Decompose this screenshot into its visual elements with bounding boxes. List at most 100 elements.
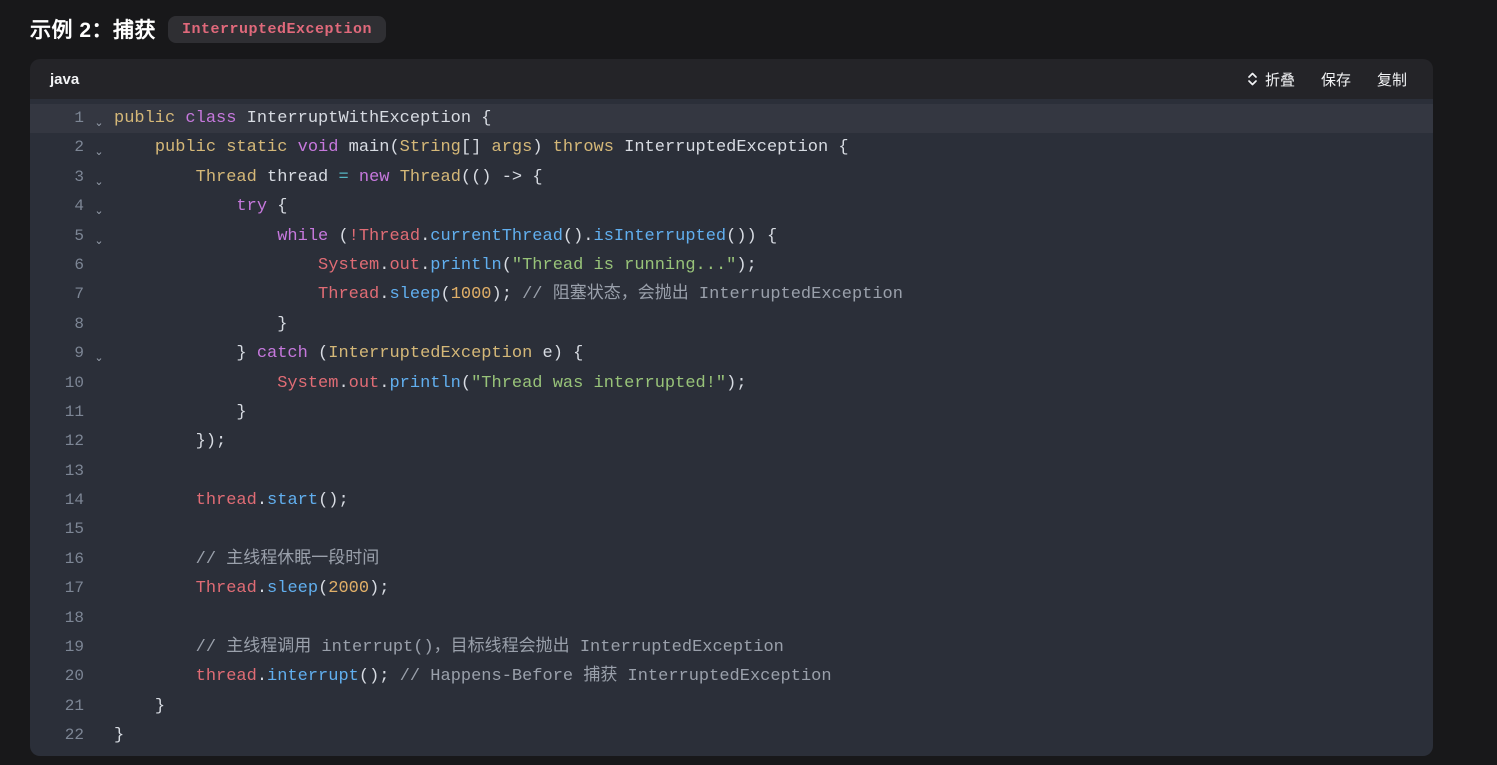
code-text: Thread.sleep(1000); // 阻塞状态，会抛出 Interrup… — [114, 280, 903, 309]
line-number: 10 — [30, 369, 84, 398]
line-gutter: 2⌄ — [30, 133, 114, 162]
code-line: 20 thread.interrupt(); // Happens-Before… — [30, 662, 1433, 691]
code-line: 15 — [30, 515, 1433, 544]
code-text: } catch (InterruptedException e) { — [114, 339, 583, 368]
code-text: }); — [114, 427, 226, 456]
line-gutter: 22 — [30, 721, 114, 750]
code-text: thread.interrupt(); // Happens-Before 捕获… — [114, 662, 832, 691]
copy-button[interactable]: 复制 — [1377, 69, 1407, 90]
code-text: } — [114, 721, 124, 750]
line-number: 22 — [30, 721, 84, 750]
line-gutter: 9⌄ — [30, 339, 114, 368]
line-number: 17 — [30, 574, 84, 603]
code-line: 6 System.out.println("Thread is running.… — [30, 251, 1433, 280]
line-gutter: 1⌄ — [30, 104, 114, 133]
line-number: 11 — [30, 398, 84, 427]
line-gutter: 4⌄ — [30, 192, 114, 221]
code-line: 8 } — [30, 310, 1433, 339]
code-line: 1⌄public class InterruptWithException { — [30, 104, 1433, 133]
line-gutter: 7 — [30, 280, 114, 309]
page-title: 示例 2：捕获 — [30, 14, 156, 44]
code-line: 5⌄ while (!Thread.currentThread().isInte… — [30, 222, 1433, 251]
line-gutter: 15 — [30, 515, 114, 544]
code-area[interactable]: 1⌄public class InterruptWithException {2… — [30, 99, 1433, 756]
line-number: 16 — [30, 545, 84, 574]
code-line: 14 thread.start(); — [30, 486, 1433, 515]
line-number: 12 — [30, 427, 84, 456]
line-gutter: 14 — [30, 486, 114, 515]
fold-chevron-icon[interactable]: ⌄ — [84, 108, 114, 137]
collapse-chevrons-icon — [1247, 71, 1258, 87]
code-line: 4⌄ try { — [30, 192, 1433, 221]
code-text: Thread.sleep(2000); — [114, 574, 389, 603]
code-line: 12 }); — [30, 427, 1433, 456]
code-line: 3⌄ Thread thread = new Thread(() -> { — [30, 163, 1433, 192]
code-text: } — [114, 310, 287, 339]
code-text: } — [114, 692, 165, 721]
code-block-header: java 折叠 保存 复制 — [30, 59, 1433, 99]
code-line: 2⌄ public static void main(String[] args… — [30, 133, 1433, 162]
code-text: System.out.println("Thread is running...… — [114, 251, 757, 280]
code-text: } — [114, 398, 247, 427]
line-gutter: 12 — [30, 427, 114, 456]
inline-code-badge: InterruptedException — [168, 16, 386, 43]
line-number: 20 — [30, 662, 84, 691]
save-button-label: 保存 — [1321, 69, 1351, 90]
code-line: 11 } — [30, 398, 1433, 427]
collapse-button-label: 折叠 — [1265, 69, 1295, 90]
line-gutter: 13 — [30, 457, 114, 486]
code-text: public class InterruptWithException { — [114, 104, 491, 133]
fold-chevron-icon[interactable]: ⌄ — [84, 137, 114, 166]
line-number: 8 — [30, 310, 84, 339]
code-text: // 主线程休眠一段时间 — [114, 545, 379, 574]
copy-button-label: 复制 — [1377, 69, 1407, 90]
code-line: 13 — [30, 457, 1433, 486]
line-gutter: 19 — [30, 633, 114, 662]
section-heading: 示例 2：捕获 InterruptedException — [30, 12, 1497, 46]
line-number: 3 — [30, 163, 84, 192]
save-button[interactable]: 保存 — [1321, 69, 1351, 90]
code-line: 16 // 主线程休眠一段时间 — [30, 545, 1433, 574]
code-toolbar: 折叠 保存 复制 — [1247, 69, 1407, 90]
line-gutter: 20 — [30, 662, 114, 691]
line-gutter: 8 — [30, 310, 114, 339]
code-text: public static void main(String[] args) t… — [114, 133, 849, 162]
line-number: 18 — [30, 604, 84, 633]
line-gutter: 5⌄ — [30, 222, 114, 251]
fold-chevron-icon[interactable]: ⌄ — [84, 226, 114, 255]
line-gutter: 3⌄ — [30, 163, 114, 192]
line-number: 1 — [30, 104, 84, 133]
line-number: 21 — [30, 692, 84, 721]
line-number: 14 — [30, 486, 84, 515]
fold-chevron-icon[interactable]: ⌄ — [84, 167, 114, 196]
code-text: Thread thread = new Thread(() -> { — [114, 163, 543, 192]
code-line: 17 Thread.sleep(2000); — [30, 574, 1433, 603]
collapse-button[interactable]: 折叠 — [1247, 69, 1295, 90]
line-number: 15 — [30, 515, 84, 544]
line-gutter: 21 — [30, 692, 114, 721]
code-text: System.out.println("Thread was interrupt… — [114, 369, 747, 398]
code-text: // 主线程调用 interrupt()，目标线程会抛出 Interrupted… — [114, 633, 784, 662]
code-line: 7 Thread.sleep(1000); // 阻塞状态，会抛出 Interr… — [30, 280, 1433, 309]
code-line: 22} — [30, 721, 1433, 750]
line-number: 4 — [30, 192, 84, 221]
line-gutter: 16 — [30, 545, 114, 574]
code-text: while (!Thread.currentThread().isInterru… — [114, 222, 777, 251]
code-line: 9⌄ } catch (InterruptedException e) { — [30, 339, 1433, 368]
line-gutter: 18 — [30, 604, 114, 633]
line-gutter: 11 — [30, 398, 114, 427]
fold-chevron-icon[interactable]: ⌄ — [84, 343, 114, 372]
line-number: 9 — [30, 339, 84, 368]
line-number: 19 — [30, 633, 84, 662]
line-gutter: 6 — [30, 251, 114, 280]
line-number: 7 — [30, 280, 84, 309]
code-line: 21 } — [30, 692, 1433, 721]
code-line: 18 — [30, 604, 1433, 633]
page: 示例 2：捕获 InterruptedException java 折叠 保存 — [0, 0, 1497, 765]
line-number: 13 — [30, 457, 84, 486]
line-number: 6 — [30, 251, 84, 280]
code-text: thread.start(); — [114, 486, 349, 515]
code-line: 10 System.out.println("Thread was interr… — [30, 369, 1433, 398]
code-language-label: java — [50, 71, 79, 88]
fold-chevron-icon[interactable]: ⌄ — [84, 196, 114, 225]
